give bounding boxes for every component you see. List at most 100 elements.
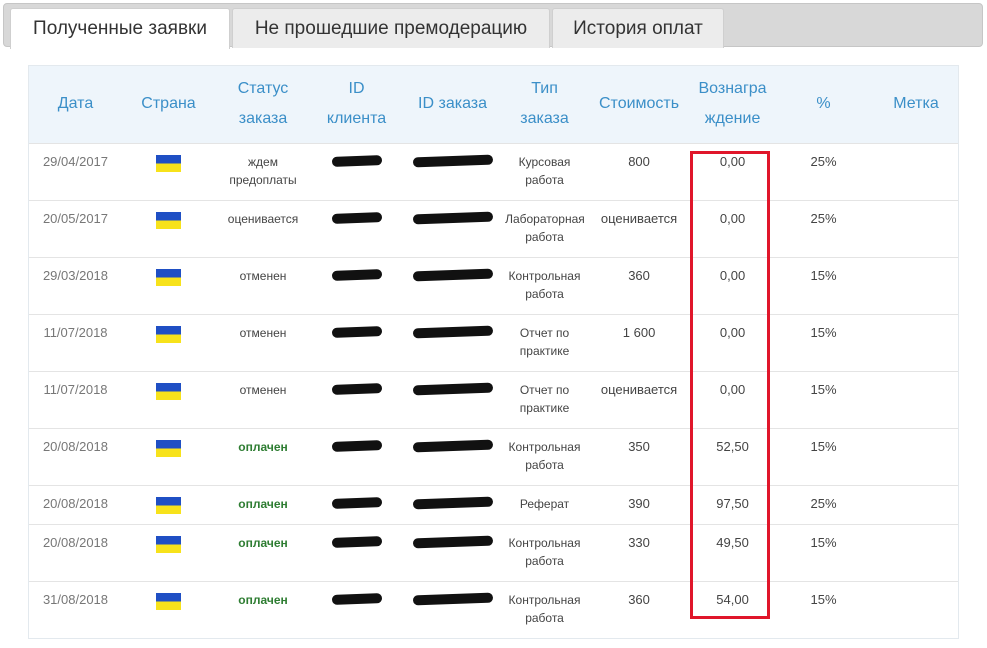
- cell-country: [122, 428, 215, 485]
- redacted-order-id: [412, 592, 493, 605]
- redacted-order-id: [412, 439, 493, 452]
- cell-tag: [874, 143, 958, 200]
- redacted-client-id: [331, 496, 382, 509]
- cell-client-id: [311, 428, 402, 485]
- table-row[interactable]: 11/07/2018 отменен Отчет по практике 1 600 0…: [29, 314, 958, 371]
- cell-percent: 15%: [810, 534, 837, 550]
- table-row[interactable]: 29/03/2018 отменен Контрольная работа 360 0,…: [29, 257, 958, 314]
- cell-type: Лабораторная работа: [505, 211, 585, 244]
- cell-client-id: [311, 200, 402, 257]
- cell-cost: оценивается: [600, 210, 678, 226]
- cell-client-id: [311, 257, 402, 314]
- header-country[interactable]: Страна: [122, 66, 215, 143]
- cell-date: 20/08/2018: [42, 438, 109, 454]
- header-tag[interactable]: Метка: [874, 66, 958, 143]
- tab-payment-history[interactable]: История оплат: [552, 8, 724, 48]
- cell-order-id: [402, 314, 503, 371]
- cell-country: [122, 143, 215, 200]
- cell-percent: 15%: [810, 438, 837, 454]
- cell-reward: 0,00: [719, 381, 746, 397]
- cell-country: [122, 485, 215, 524]
- ukraine-flag-icon: [156, 592, 181, 610]
- cell-tag: [874, 257, 958, 314]
- cell-date: 20/05/2017: [42, 210, 109, 226]
- cell-percent: 15%: [810, 267, 837, 283]
- cell-percent: 15%: [810, 591, 837, 607]
- orders-table-container: Дата Страна Статус заказа ID клиента ID …: [28, 65, 959, 639]
- table-row[interactable]: 29/04/2017 ждем предоплаты Курсовая работа…: [29, 143, 958, 200]
- tabs-bar: Полученные заявки Не прошедшие премодера…: [3, 3, 983, 49]
- cell-cost: 1 600: [622, 324, 656, 340]
- cell-type: Отчет по практике: [519, 325, 570, 358]
- table-row[interactable]: 31/08/2018 оплачен Контрольная работа 360 54…: [29, 581, 958, 638]
- cell-percent: 25%: [810, 210, 837, 226]
- cell-order-id: [402, 200, 503, 257]
- cell-reward: 0,00: [719, 324, 746, 340]
- cell-tag: [874, 485, 958, 524]
- cell-reward: 52,50: [716, 438, 749, 454]
- cell-order-id: [402, 428, 503, 485]
- cell-reward: 54,00: [716, 591, 749, 607]
- redacted-client-id: [331, 439, 382, 452]
- cell-order-id: [402, 524, 503, 581]
- cell-tag: [874, 428, 958, 485]
- cell-order-id: [402, 581, 503, 638]
- header-type-line1: Тип: [531, 80, 558, 98]
- header-date[interactable]: Дата: [29, 66, 122, 143]
- header-percent[interactable]: %: [773, 66, 874, 143]
- table-row[interactable]: 20/08/2018 оплачен Контрольная работа 350 52…: [29, 428, 958, 485]
- cell-status: ждем предоплаты: [229, 154, 297, 187]
- header-order-id[interactable]: ID заказа: [402, 66, 503, 143]
- header-reward-line2: ждение: [704, 110, 761, 128]
- table-row[interactable]: 20/08/2018 оплачен Контрольная работа 330 49…: [29, 524, 958, 581]
- ukraine-flag-icon: [156, 535, 181, 553]
- header-cost[interactable]: Стоимость: [586, 66, 692, 143]
- table-row[interactable]: 11/07/2018 отменен Отчет по практике оценив…: [29, 371, 958, 428]
- table-body: 29/04/2017 ждем предоплаты Курсовая работа…: [29, 143, 958, 638]
- cell-cost: оценивается: [600, 381, 678, 397]
- table-header-row: Дата Страна Статус заказа ID клиента ID …: [29, 66, 958, 143]
- ukraine-flag-icon: [156, 154, 181, 172]
- cell-type: Курсовая работа: [518, 154, 571, 187]
- header-status[interactable]: Статус заказа: [215, 66, 311, 143]
- cell-client-id: [311, 314, 402, 371]
- header-type[interactable]: Тип заказа: [503, 66, 586, 143]
- redacted-client-id: [331, 154, 382, 167]
- tab-failed-premoderation[interactable]: Не прошедшие премодерацию: [232, 8, 550, 48]
- cell-date: 31/08/2018: [42, 591, 109, 607]
- redacted-order-id: [412, 535, 493, 548]
- cell-percent: 25%: [810, 153, 837, 169]
- cell-cost: 390: [628, 495, 650, 511]
- tab-received-requests[interactable]: Полученные заявки: [10, 8, 230, 49]
- cell-cost: 360: [628, 591, 650, 607]
- cell-order-id: [402, 371, 503, 428]
- cell-reward: 49,50: [716, 534, 749, 550]
- cell-cost: 800: [628, 153, 650, 169]
- ukraine-flag-icon: [156, 268, 181, 286]
- cell-status: отменен: [239, 268, 287, 283]
- cell-order-id: [402, 143, 503, 200]
- cell-country: [122, 314, 215, 371]
- cell-order-id: [402, 485, 503, 524]
- cell-reward: 0,00: [719, 210, 746, 226]
- cell-client-id: [311, 524, 402, 581]
- cell-cost: 350: [628, 438, 650, 454]
- cell-status: отменен: [239, 325, 287, 340]
- table-row[interactable]: 20/08/2018 оплачен Реферат 390 97,50 25%: [29, 485, 958, 524]
- cell-reward: 97,50: [716, 495, 749, 511]
- cell-date: 20/08/2018: [42, 534, 109, 550]
- header-reward[interactable]: Вознагра ждение: [692, 66, 773, 143]
- ukraine-flag-icon: [156, 439, 181, 457]
- header-client-id[interactable]: ID клиента: [311, 66, 402, 143]
- cell-reward: 0,00: [719, 153, 746, 169]
- cell-percent: 15%: [810, 324, 837, 340]
- table-row[interactable]: 20/05/2017 оценивается Лабораторная работа…: [29, 200, 958, 257]
- cell-percent: 25%: [810, 495, 837, 511]
- redacted-client-id: [331, 325, 382, 338]
- cell-reward: 0,00: [719, 267, 746, 283]
- redacted-client-id: [331, 592, 382, 605]
- cell-status: оплачен: [238, 496, 288, 511]
- header-reward-line1: Вознагра: [698, 80, 767, 98]
- cell-tag: [874, 314, 958, 371]
- cell-date: 29/04/2017: [42, 153, 109, 169]
